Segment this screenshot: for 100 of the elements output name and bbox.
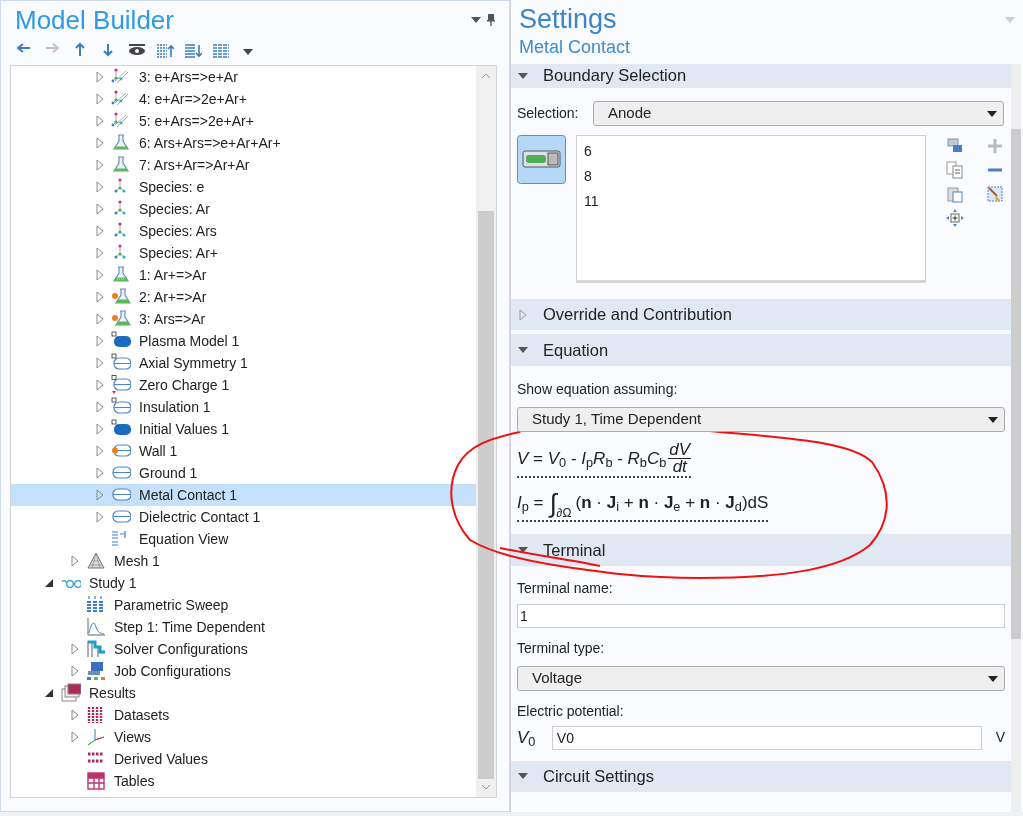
list-item[interactable]: 11 bbox=[584, 191, 925, 216]
tree-item[interactable]: 5: e+Ars=>2e+Ar+ bbox=[11, 110, 476, 132]
tree-item[interactable]: Dielectric Contact 1 bbox=[11, 506, 476, 528]
scroll-down-icon[interactable] bbox=[481, 784, 491, 790]
expand-all-icon[interactable] bbox=[184, 42, 202, 60]
tree-item[interactable]: Species: e bbox=[11, 176, 476, 198]
field-label: Terminal name: bbox=[517, 579, 614, 598]
caret-icon bbox=[988, 416, 998, 423]
stacked-windows-icon bbox=[61, 683, 81, 703]
tree-item[interactable]: Parametric Sweep bbox=[11, 594, 476, 616]
expanded-arrow-icon bbox=[517, 346, 529, 354]
potential-field[interactable]: V0 bbox=[551, 725, 982, 750]
tree-label: Species: Ars bbox=[139, 221, 217, 241]
tree-label: 2: Ar+=>Ar bbox=[139, 287, 207, 307]
tree-item[interactable]: Views bbox=[11, 726, 476, 748]
tree-item[interactable]: Plasma Model 1 bbox=[11, 330, 476, 352]
copy-stack-icon[interactable] bbox=[946, 137, 964, 155]
section-header[interactable]: Terminal bbox=[511, 534, 1011, 566]
tree-item[interactable]: Axial Symmetry 1 bbox=[11, 352, 476, 374]
field-label: Terminal type: bbox=[517, 639, 606, 658]
tree-item[interactable]: Equation View bbox=[11, 528, 476, 550]
variable-symbol: V$_{0}$ bbox=[517, 727, 537, 751]
tree-item[interactable]: 1: Ar+=>Ar bbox=[11, 264, 476, 286]
tree-item[interactable]: 4: e+Ar=>2e+Ar+ bbox=[11, 88, 476, 110]
move-icon[interactable] bbox=[946, 209, 964, 227]
tree-label: Results bbox=[89, 683, 136, 703]
tree-label: Plasma Model 1 bbox=[139, 331, 240, 351]
tree-item[interactable]: Tables bbox=[11, 770, 476, 792]
dropdown-icon[interactable] bbox=[471, 17, 481, 23]
tree-label: Species: Ar bbox=[139, 199, 210, 219]
field-label: Show equation assuming: bbox=[517, 380, 679, 399]
triangle-mesh-icon bbox=[86, 551, 106, 571]
tree-item[interactable]: 6: Ars+Ars=>e+Ar+Ar+ bbox=[11, 132, 476, 154]
section-header[interactable]: Circuit Settings bbox=[511, 760, 1011, 792]
list-icon[interactable] bbox=[212, 42, 230, 60]
tree-item[interactable]: 2: Ar+=>Ar bbox=[11, 286, 476, 308]
section-header[interactable]: Equation bbox=[511, 334, 1011, 366]
bar-stack-icon bbox=[86, 595, 106, 615]
tree-item[interactable]: Solver Configurations bbox=[11, 638, 476, 660]
panel-title: Model Builder bbox=[15, 7, 174, 33]
tree-item[interactable]: Datasets bbox=[11, 704, 476, 726]
tree-item[interactable]: Species: Ars bbox=[11, 220, 476, 242]
tree-item[interactable]: Initial Values 1 bbox=[11, 418, 476, 440]
tree-label: Job Configurations bbox=[114, 661, 231, 681]
caret-icon bbox=[988, 675, 998, 682]
tree-item[interactable]: Study 1 bbox=[11, 572, 476, 594]
tree-item[interactable]: Species: Ar bbox=[11, 198, 476, 220]
tree-item[interactable]: Zero Charge 1 bbox=[11, 374, 476, 396]
tree-label: Mesh 1 bbox=[114, 551, 160, 571]
tree-item[interactable]: Mesh 1 bbox=[11, 550, 476, 572]
section-header[interactable]: Override and Contribution bbox=[511, 299, 1011, 330]
tree-item[interactable]: Job Configurations bbox=[11, 660, 476, 682]
study-dropdown[interactable]: Study 1, Time Dependent bbox=[517, 407, 1005, 432]
scrollbar-thumb[interactable] bbox=[478, 211, 494, 779]
tree-item[interactable]: Derived Values bbox=[11, 748, 476, 770]
broom-icon[interactable] bbox=[986, 185, 1004, 203]
pin-icon[interactable] bbox=[487, 14, 495, 26]
tree-item[interactable]: Step 1: Time Dependent bbox=[11, 616, 476, 638]
tree-item[interactable]: Insulation 1 bbox=[11, 396, 476, 418]
tree-label: Insulation 1 bbox=[139, 397, 211, 417]
terminal-type-dropdown[interactable]: Voltage bbox=[517, 666, 1005, 691]
tree-label: Views bbox=[114, 727, 152, 747]
clipboard-icon[interactable] bbox=[946, 185, 964, 203]
tree-label: Metal Contact 1 bbox=[139, 485, 238, 505]
terminal-name-field[interactable]: 1 bbox=[517, 604, 1005, 628]
plus-icon[interactable] bbox=[986, 137, 1004, 155]
selection-dropdown[interactable]: Anode bbox=[593, 101, 1004, 126]
tree-item[interactable]: Metal Contact 1 bbox=[11, 484, 476, 506]
document-list-icon[interactable] bbox=[946, 161, 964, 179]
curve-graph-icon bbox=[86, 617, 106, 637]
tree-label: Tables bbox=[114, 771, 155, 791]
boundary-icon bbox=[111, 353, 131, 373]
section-header[interactable]: Boundary Selection bbox=[511, 64, 1011, 88]
tree-item[interactable]: Species: Ar+ bbox=[11, 242, 476, 264]
table-icon bbox=[86, 771, 106, 791]
tree-item[interactable]: 3: e+Ars=>e+Ar bbox=[11, 66, 476, 88]
flask-icon bbox=[111, 287, 131, 307]
tree-label: Species: e bbox=[139, 177, 205, 197]
scrollbar-thumb[interactable] bbox=[1011, 129, 1021, 639]
tree-item[interactable]: 7: Ars+Ar=>Ar+Ar bbox=[11, 154, 476, 176]
tree-label: 3: e+Ars=>e+Ar bbox=[139, 67, 238, 87]
list-item[interactable]: 8 bbox=[584, 166, 925, 191]
tree-label: Parametric Sweep bbox=[114, 595, 229, 615]
scroll-up-icon[interactable] bbox=[481, 73, 491, 79]
tree-item[interactable]: Ground 1 bbox=[11, 462, 476, 484]
tree-label: Step 1: Time Dependent bbox=[114, 617, 265, 637]
list-item[interactable]: 6 bbox=[584, 141, 925, 166]
computer-network-icon bbox=[86, 661, 106, 681]
panel-title: Settings bbox=[519, 3, 617, 35]
tree-item[interactable]: Wall 1 bbox=[11, 440, 476, 462]
tree-item[interactable]: 3: Ars=>Ar bbox=[11, 308, 476, 330]
tree-item[interactable]: Results bbox=[11, 682, 476, 704]
tree-label: Species: Ar+ bbox=[139, 243, 218, 263]
expanded-arrow-icon bbox=[517, 71, 529, 80]
flask-icon bbox=[111, 155, 131, 175]
flask-icon bbox=[111, 133, 131, 153]
collapse-all-icon[interactable] bbox=[156, 42, 174, 60]
panel-subtitle: Metal Contact bbox=[518, 36, 632, 59]
selection-toggle-icon[interactable] bbox=[517, 135, 566, 184]
expanded-arrow-icon bbox=[517, 772, 529, 780]
